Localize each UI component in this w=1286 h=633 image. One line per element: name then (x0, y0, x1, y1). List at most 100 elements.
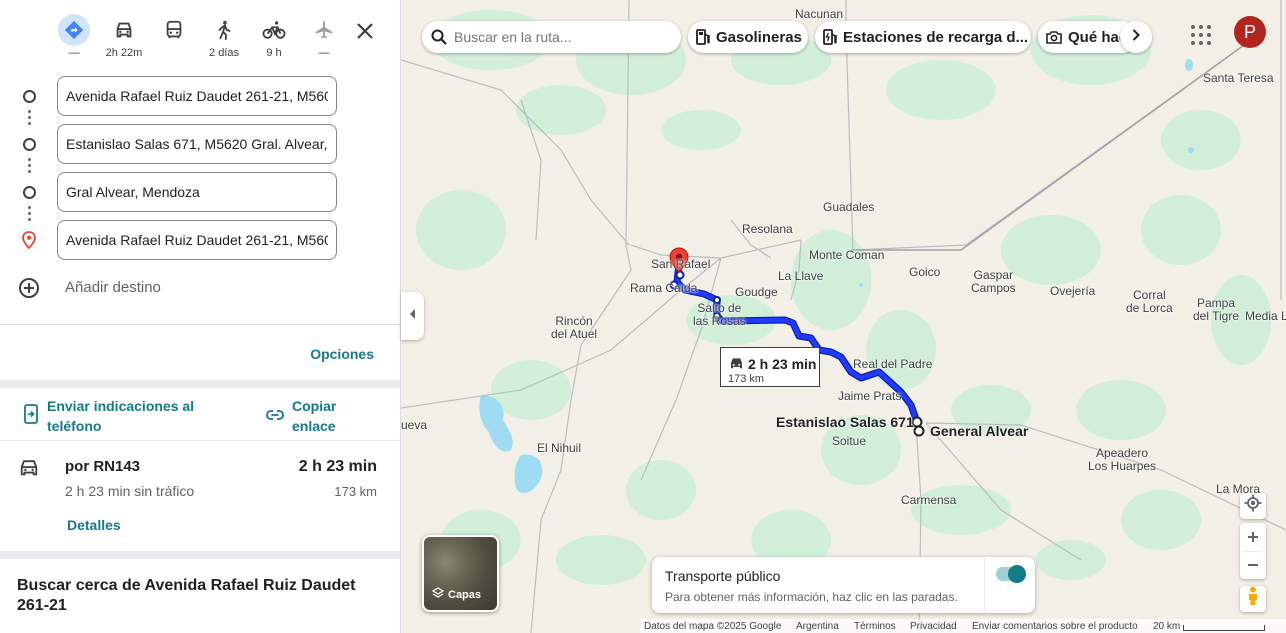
mode-walk[interactable]: 2 días (202, 12, 246, 64)
minus-icon (1248, 564, 1258, 566)
place-label: Goico (909, 265, 941, 279)
gas-station-icon (696, 29, 710, 45)
origin-marker (675, 270, 685, 280)
mode-car[interactable]: 2h 22m (102, 12, 146, 64)
zoom-out-button[interactable] (1240, 551, 1266, 579)
route-search-input[interactable] (454, 21, 674, 53)
transit-toggle[interactable] (996, 565, 1026, 583)
chip-label: Qué hac (1068, 28, 1128, 46)
map-canvas[interactable]: Nacunan Santa Teresa Guadales Resolana M… (401, 0, 1286, 633)
place-label: San Rafael (651, 257, 711, 271)
place-label: Apeadero Los Huarpes (1088, 446, 1157, 473)
chip-gas-stations[interactable]: Gasolineras (688, 21, 808, 53)
bicycle-icon (258, 14, 290, 46)
place-label: Goudge (735, 285, 778, 299)
layers-label-group: Capas (431, 587, 482, 602)
my-location-icon (1244, 494, 1262, 518)
mode-bike-label: 9 h (266, 47, 282, 59)
feedback-link[interactable]: Enviar comentarios sobre el producto (972, 621, 1138, 632)
destination-pin-icon (22, 231, 36, 254)
place-label: Jaime Prats (838, 389, 902, 403)
layers-label: Capas (448, 588, 482, 601)
stop-origin (0, 76, 400, 116)
place-label: Real del Padre (853, 357, 933, 371)
route-details-button[interactable]: Detalles (67, 517, 121, 533)
place-label: Soitue (832, 434, 867, 448)
mode-car-label: 2h 22m (105, 47, 143, 59)
divider (0, 324, 400, 325)
place-label: Resolana (742, 222, 793, 236)
collapse-panel-button[interactable] (401, 292, 424, 340)
place-label: Salto de las Rosas (693, 301, 746, 328)
badge-time: 2 h 23 min (748, 356, 817, 372)
walk-icon (208, 14, 240, 46)
map-data-attribution: Datos del mapa ©2025 Google (644, 621, 782, 632)
send-to-phone-label: Enviar indicaciones al teléfono (47, 398, 195, 434)
route-subtitle: 2 h 23 min sin tráfico (65, 483, 195, 499)
country-link[interactable]: Argentina (796, 621, 839, 632)
google-apps-button[interactable] (1190, 20, 1216, 46)
mode-best[interactable]: — (52, 12, 96, 64)
waypoint-circle-icon (23, 138, 36, 151)
add-destination-button[interactable]: Añadir destino (0, 268, 400, 308)
pegman-icon (1247, 586, 1259, 612)
route-distance: 173 km (334, 484, 377, 499)
chevron-right-icon (1132, 28, 1140, 46)
place-label: Guadales (823, 200, 875, 214)
travel-modes: — 2h 22m 2 días 9 h — (52, 12, 382, 64)
add-circle-icon (19, 278, 39, 298)
stop-waypoint-1 (0, 124, 400, 164)
place-label: Santa Teresa (1203, 71, 1274, 85)
layers-icon (431, 587, 445, 602)
scale-bar[interactable] (1183, 625, 1265, 631)
account-avatar[interactable]: P (1234, 16, 1266, 48)
place-label: Ovejería (1050, 284, 1096, 298)
map-graphics (401, 0, 1286, 633)
close-icon (356, 22, 374, 45)
mode-transit[interactable] (152, 12, 196, 64)
scale-label[interactable]: 20 km (1153, 621, 1180, 632)
route-time: 2 h 23 min (298, 458, 377, 475)
place-label: ueva (401, 418, 428, 432)
mode-flight[interactable]: — (302, 12, 346, 64)
destination-input[interactable] (57, 220, 337, 260)
options-button[interactable]: Opciones (310, 346, 374, 362)
chip-ev-charging[interactable]: Estaciones de recarga d... (815, 21, 1031, 53)
terms-link[interactable]: Términos (854, 621, 896, 632)
stop-destination (0, 220, 400, 260)
divider (984, 557, 985, 613)
divider (0, 440, 400, 441)
origin-input[interactable] (57, 76, 337, 116)
place-label: Pampa del Tigre (1193, 296, 1240, 323)
place-label-estanislao-salas: Estanislao Salas 671 (776, 414, 914, 430)
place-label: Media L (1245, 309, 1286, 323)
street-view-pegman-button[interactable] (1240, 586, 1266, 612)
place-label: Monte Coman (809, 248, 885, 262)
layers-button[interactable]: Capas (422, 535, 499, 612)
route-duration-badge[interactable]: 2 h 23 min 173 km (720, 347, 820, 387)
waypoint-marker (913, 425, 925, 437)
public-transit-card: Transporte público Para obtener más info… (652, 557, 1035, 613)
place-label: El Nihuil (537, 441, 582, 455)
apps-grid-icon (1191, 25, 1195, 29)
close-directions-button[interactable] (350, 18, 380, 48)
zoom-controls (1240, 523, 1266, 579)
section-divider (0, 551, 400, 559)
waypoint-2-input[interactable] (57, 172, 337, 212)
car-icon (18, 458, 40, 483)
origin-circle-icon (23, 90, 36, 103)
directions-icon (58, 14, 90, 46)
route-option[interactable]: por RN143 2 h 23 min 2 h 23 min sin tráf… (0, 450, 400, 550)
directions-panel: — 2h 22m 2 días 9 h — Avenida Rafael Rui… (0, 0, 401, 633)
place-label: Carmensa (901, 493, 957, 507)
chips-next-button[interactable] (1120, 21, 1152, 53)
place-label: Corral de Lorca (1126, 288, 1173, 315)
zoom-in-button[interactable] (1240, 523, 1266, 551)
waypoint-1-input[interactable] (57, 124, 337, 164)
airplane-icon (308, 14, 340, 46)
chip-label: Gasolineras (716, 28, 802, 46)
privacy-link[interactable]: Privacidad (910, 621, 957, 632)
my-location-button[interactable] (1240, 493, 1266, 519)
mode-bike[interactable]: 9 h (252, 12, 296, 64)
ev-charger-icon (823, 29, 837, 45)
